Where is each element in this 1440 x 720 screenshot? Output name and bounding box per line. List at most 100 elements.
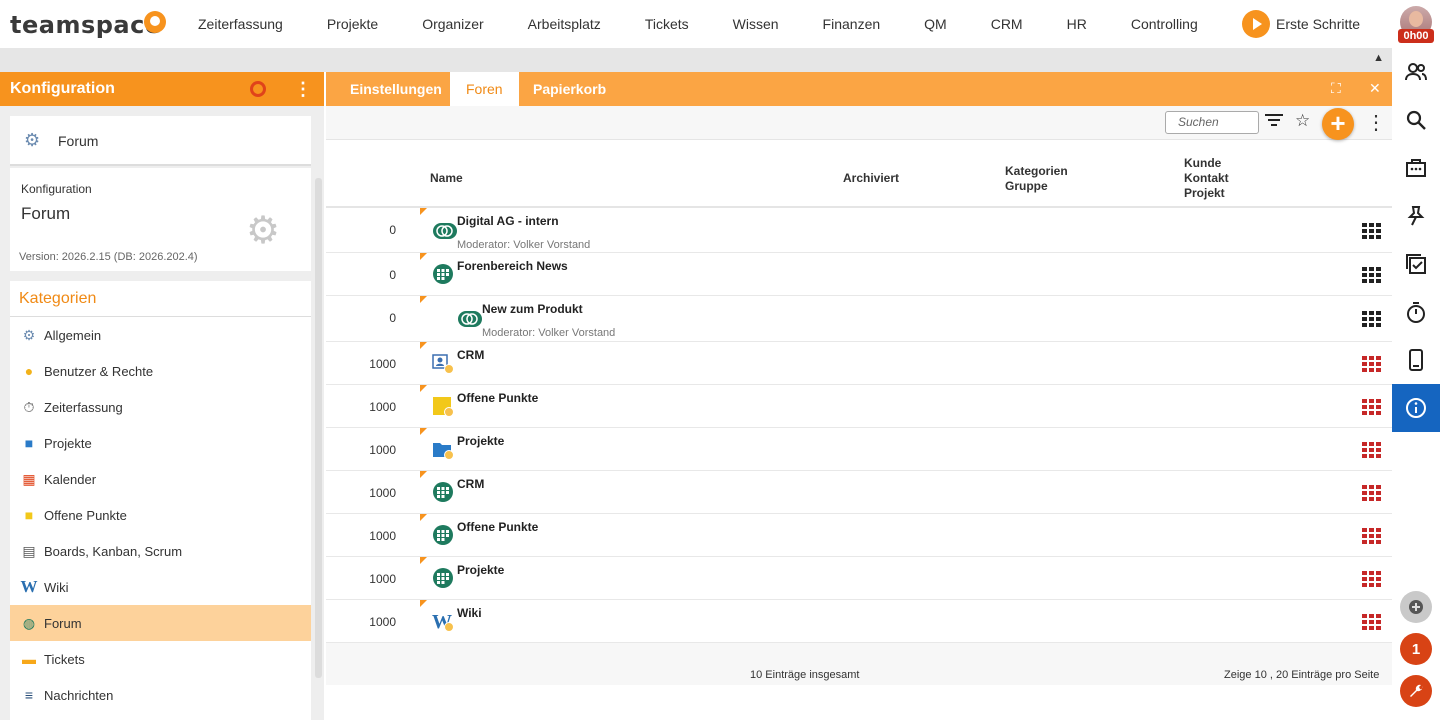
tasks-icon[interactable] [1392, 240, 1440, 288]
tab-einstellungen[interactable]: Einstellungen [334, 72, 458, 106]
nav-tickets[interactable]: Tickets [623, 16, 711, 32]
category-kalender[interactable]: ▦ Kalender [10, 461, 311, 497]
category-wiki[interactable]: W Wiki [10, 569, 311, 605]
category-offene-punkte[interactable]: ■ Offene Punkte [10, 497, 311, 533]
permissions-grid-icon[interactable] [1362, 442, 1382, 458]
search-input[interactable]: Suchen [1165, 111, 1259, 134]
category-zeiterfassung[interactable]: ⏱ Zeiterfassung [10, 389, 311, 425]
row-name[interactable]: Offene Punkte [457, 391, 538, 405]
crm-icon [432, 352, 454, 374]
add-forum-button[interactable]: + [1322, 108, 1354, 140]
bug-icon[interactable] [250, 81, 266, 97]
tab-foren[interactable]: Foren [450, 72, 519, 106]
permissions-grid-icon[interactable] [1362, 223, 1382, 239]
row-name[interactable]: Wiki [457, 606, 482, 620]
mobile-icon[interactable] [1392, 336, 1440, 384]
row-name[interactable]: Projekte [457, 563, 504, 577]
row-name[interactable]: New zum Produkt [482, 302, 583, 316]
table-row[interactable]: 1000 W Wiki [326, 600, 1392, 643]
filter-icon[interactable] [1264, 112, 1284, 133]
nav-finanzen[interactable]: Finanzen [801, 16, 903, 32]
category-tickets[interactable]: ▬ Tickets [10, 641, 311, 677]
column-kontakt[interactable]: Kontakt [1184, 171, 1229, 186]
permissions-grid-icon[interactable] [1362, 528, 1382, 544]
nav-hr[interactable]: HR [1045, 16, 1109, 32]
table-row[interactable]: 0 Forenbereich News [326, 253, 1392, 296]
row-moderator: Moderator: Volker Vorstand [482, 327, 616, 339]
table-row[interactable]: 0 Digital AG - intern Moderator: Volker Vo… [326, 208, 1392, 253]
wiki-icon: W [432, 610, 454, 633]
app-logo[interactable]: teamspace [10, 11, 162, 39]
permissions-grid-icon[interactable] [1362, 614, 1382, 630]
nav-controlling[interactable]: Controlling [1109, 16, 1220, 32]
nav-projekte[interactable]: Projekte [305, 16, 400, 32]
row-name[interactable]: Digital AG - intern [457, 214, 559, 228]
category-forum[interactable]: ◍ Forum [10, 605, 311, 641]
stopwatch-icon[interactable] [1392, 288, 1440, 336]
nav-zeiterfassung[interactable]: Zeiterfassung [176, 16, 305, 32]
permissions-grid-icon[interactable] [1362, 267, 1382, 283]
permissions-grid-icon[interactable] [1362, 485, 1382, 501]
more-menu-icon[interactable]: ⋮ [294, 79, 312, 100]
permissions-grid-icon[interactable] [1362, 571, 1382, 587]
close-icon[interactable]: ✕ [1369, 80, 1381, 97]
category-allgemein[interactable]: ⚙ Allgemein [10, 317, 311, 353]
notification-badge[interactable]: 1 [1400, 633, 1432, 665]
row-count: 0 [389, 311, 396, 325]
star-icon[interactable]: ☆ [1295, 111, 1310, 131]
configuration-title: Konfiguration [10, 80, 115, 97]
inbox-icon[interactable] [1392, 144, 1440, 192]
info-icon[interactable] [1392, 384, 1440, 432]
list-toolbar: Suchen ☆ + ⋮ [326, 106, 1392, 140]
column-gruppe[interactable]: Gruppe [1005, 179, 1048, 194]
category-benutzer-rechte[interactable]: ● Benutzer & Rechte [10, 353, 311, 389]
permissions-grid-icon[interactable] [1362, 399, 1382, 415]
column-kategorien[interactable]: Kategorien [1005, 164, 1068, 179]
nav-organizer[interactable]: Organizer [400, 16, 505, 32]
erste-schritte-button[interactable]: Erste Schritte [1242, 10, 1360, 38]
pin-icon[interactable] [1392, 192, 1440, 240]
permissions-grid-icon[interactable] [1362, 311, 1382, 327]
row-marker [420, 428, 427, 435]
people-icon[interactable] [1392, 48, 1440, 96]
row-name[interactable]: Projekte [457, 434, 504, 448]
permissions-grid-icon[interactable] [1362, 356, 1382, 372]
search-icon[interactable] [1392, 96, 1440, 144]
nav-wissen[interactable]: Wissen [711, 16, 801, 32]
row-name[interactable]: Offene Punkte [457, 520, 538, 534]
collapse-up-icon[interactable]: ▲ [1373, 52, 1384, 64]
page-size-selector[interactable]: Zeige 10 , 20 Einträge pro Seite [1224, 669, 1379, 681]
fullscreen-icon[interactable]: ⛶ [1331, 80, 1341, 97]
table-row[interactable]: 1000 CRM [326, 471, 1392, 514]
table-row[interactable]: 1000 Offene Punkte [326, 514, 1392, 557]
tab-papierkorb[interactable]: Papierkorb [517, 72, 622, 106]
table-row[interactable]: 1000 Offene Punkte [326, 385, 1392, 428]
toolbar-more-icon[interactable]: ⋮ [1366, 110, 1386, 135]
nav-arbeitsplatz[interactable]: Arbeitsplatz [506, 16, 623, 32]
column-kunde[interactable]: Kunde [1184, 156, 1221, 171]
column-name[interactable]: Name [430, 171, 463, 186]
table-row[interactable]: 1000 Projekte [326, 557, 1392, 600]
table-row[interactable]: 1000 CRM [326, 342, 1392, 385]
wrench-icon[interactable] [1400, 675, 1432, 707]
left-scrollbar[interactable] [315, 178, 322, 678]
column-archiviert[interactable]: Archiviert [843, 171, 899, 186]
time-badge[interactable]: 0h00 [1398, 29, 1434, 43]
row-count: 1000 [369, 443, 396, 457]
column-projekt[interactable]: Projekt [1184, 186, 1225, 201]
nav-crm[interactable]: CRM [969, 16, 1045, 32]
add-circle-icon[interactable] [1400, 591, 1432, 623]
forum-module-card[interactable]: ⚙ Forum [10, 116, 311, 166]
category-icon: ⚙ [22, 326, 36, 343]
category-projekte[interactable]: ■ Projekte [10, 425, 311, 461]
category-boards-kanban-scrum[interactable]: ▤ Boards, Kanban, Scrum [10, 533, 311, 569]
table-row[interactable]: 0 New zum Produkt Moderator: Volker Vorsta… [326, 296, 1392, 342]
row-name[interactable]: CRM [457, 348, 484, 362]
row-name[interactable]: CRM [457, 477, 484, 491]
category-nachrichten[interactable]: ≡ Nachrichten [10, 677, 311, 713]
row-name[interactable]: Forenbereich News [457, 259, 568, 273]
nav-qm[interactable]: QM [902, 16, 969, 32]
chat-icon [457, 308, 482, 330]
table-row[interactable]: 1000 Projekte [326, 428, 1392, 471]
categories-list: ⚙ Allgemein ● Benutzer & Rechte ⏱ Zeiterfassu… [10, 317, 311, 713]
